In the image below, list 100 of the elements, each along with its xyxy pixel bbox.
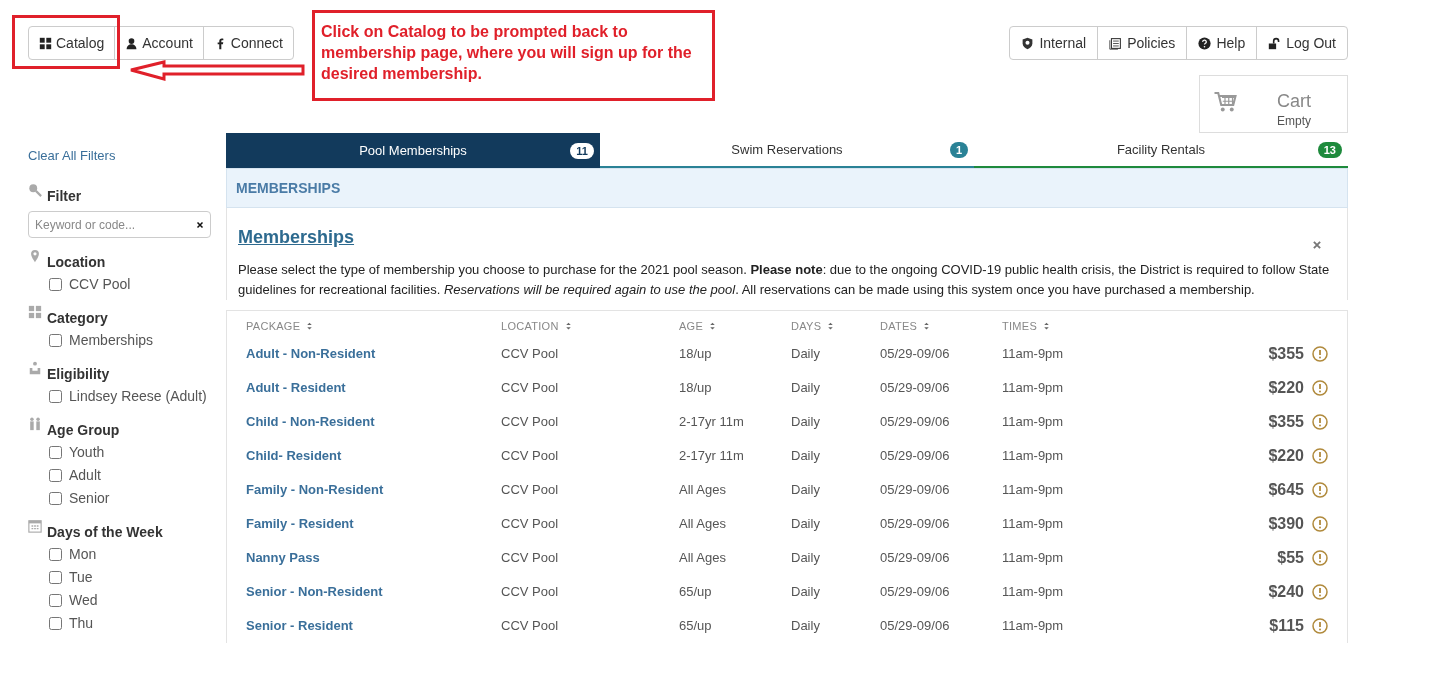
table-cell-text: 18/up	[679, 379, 713, 398]
table-cell-text: Daily	[791, 447, 821, 466]
package-link[interactable]: Adult - Resident	[246, 378, 501, 398]
column-header[interactable]: TIMES	[1002, 317, 1304, 335]
table-cell-text: CCV Pool	[501, 549, 560, 568]
table-cell-text: 05/29-09/06	[880, 413, 951, 432]
filter-checkbox[interactable]	[49, 617, 62, 630]
pin-icon	[28, 249, 42, 263]
search-field[interactable]: Keyword or code...	[28, 211, 211, 238]
info-icon	[1312, 516, 1328, 532]
table-cell-text: 11am-9pm	[1002, 379, 1065, 398]
filter-checkbox[interactable]	[49, 492, 62, 505]
price-text: $355	[1268, 344, 1304, 364]
filter-checkbox[interactable]	[49, 334, 62, 347]
checkbox-label: Memberships	[69, 331, 154, 350]
package-link[interactable]: Child- Resident	[246, 446, 501, 466]
cart-status: Empty	[1277, 113, 1311, 130]
package-link[interactable]: Family - Resident	[246, 514, 501, 534]
table-cell-text: 11am-9pm	[1002, 345, 1065, 364]
package-link[interactable]: Senior - Resident	[246, 616, 501, 636]
filter-checkbox[interactable]	[49, 390, 62, 403]
table-cell-text: 05/29-09/06	[880, 617, 951, 636]
package-link[interactable]: Family - Non-Resident	[246, 480, 501, 500]
header-button[interactable]: Policies	[1097, 27, 1187, 59]
column-header[interactable]: LOCATION	[501, 317, 679, 335]
filter-checkbox[interactable]	[49, 278, 62, 291]
tab[interactable]: Pool Memberships 11	[226, 133, 600, 168]
price-text: $55	[1277, 548, 1304, 568]
table-cell-text: 65/up	[679, 617, 713, 636]
table-cell-text: Daily	[791, 549, 821, 568]
clear-icon	[196, 221, 204, 229]
nav-button[interactable]: Connect	[202, 27, 293, 59]
price-text: $115	[1269, 616, 1304, 636]
sort-icon	[1042, 321, 1051, 331]
calendar-icon	[28, 519, 42, 533]
price-text: $240	[1268, 582, 1304, 602]
package-link[interactable]: Senior - Non-Resident	[246, 582, 501, 602]
table-cell-text: CCV Pool	[501, 481, 560, 500]
table-cell-text: CCV Pool	[501, 413, 560, 432]
filter-checkbox[interactable]	[49, 594, 62, 607]
header-button[interactable]: Help	[1186, 27, 1257, 59]
person-icon	[28, 361, 42, 375]
table-cell-text: 18/up	[679, 345, 713, 364]
close-icon	[1312, 240, 1322, 250]
filter-heading: Category	[47, 309, 108, 328]
count-badge: 13	[1317, 141, 1342, 158]
header-button[interactable]: Internal	[1010, 27, 1098, 59]
info-icon	[1312, 414, 1328, 430]
count-badge: 11	[570, 142, 594, 159]
magnifier-icon	[28, 183, 42, 197]
cart-button[interactable]: Cart Empty	[1199, 75, 1348, 133]
filter-checkbox[interactable]	[49, 571, 62, 584]
annotation-note: Click on Catalog to be prompted back to membership page, where you will sign up for the desired membership.	[312, 10, 715, 101]
table-cell-text: 11am-9pm	[1002, 413, 1065, 432]
person-icon	[125, 36, 139, 50]
filter-heading: Eligibility	[47, 365, 110, 384]
checkbox-label: CCV Pool	[69, 275, 131, 294]
cart-title: Cart	[1277, 90, 1311, 112]
package-link[interactable]: Nanny Pass	[246, 548, 501, 568]
table-cell-text: 11am-9pm	[1002, 481, 1065, 500]
filter-heading: Location	[47, 253, 106, 272]
table-cell-text: 05/29-09/06	[880, 583, 951, 602]
header-button[interactable]: Log Out	[1256, 27, 1347, 59]
price-text: $355	[1268, 412, 1304, 432]
filter-checkbox[interactable]	[49, 469, 62, 482]
count-badge: 1	[949, 141, 968, 158]
column-header[interactable]: PACKAGE	[246, 317, 501, 335]
table-cell-text: 05/29-09/06	[880, 549, 951, 568]
table-cell-text: 11am-9pm	[1002, 549, 1065, 568]
table-cell-text: 2-17yr 11m	[679, 447, 745, 466]
package-link[interactable]: Child - Non-Resident	[246, 412, 501, 432]
table-cell-text: Daily	[791, 617, 821, 636]
group-description: Please select the type of membership you choose to purchase for the 2021 pool season. Please note: due to the ongoing COVID-19 public health crisis, the District is required to follow State guidelines for recreational facilities. Reservations will be required again to use the pool. All reservations can be made using this system once you have purchased a membership.	[238, 261, 1331, 299]
help-icon	[1198, 36, 1212, 50]
table-cell-text: 11am-9pm	[1002, 447, 1065, 466]
group-title-link[interactable]: Memberships	[238, 224, 355, 251]
cart-icon	[1213, 90, 1237, 114]
grid-icon	[28, 305, 42, 319]
nav-button[interactable]: Catalog	[29, 27, 115, 59]
nav-button[interactable]: Account	[114, 27, 203, 59]
package-link[interactable]: Adult - Non-Resident	[246, 344, 501, 364]
table-cell-text: All Ages	[679, 549, 727, 568]
clear-filters-link[interactable]: Clear All Filters	[28, 148, 116, 163]
filter-checkbox[interactable]	[49, 446, 62, 459]
table-cell-text: CCV Pool	[501, 515, 560, 534]
checkbox-label: Youth	[69, 443, 105, 462]
table-cell-text: All Ages	[679, 481, 727, 500]
shield-icon	[1021, 36, 1035, 50]
table-cell-text: 11am-9pm	[1002, 617, 1065, 636]
price-text: $645	[1268, 480, 1304, 500]
checkbox-label: Mon	[69, 545, 97, 564]
column-header[interactable]: DAYS	[791, 317, 880, 335]
column-header[interactable]: DATES	[880, 317, 1002, 335]
filter-checkbox[interactable]	[49, 548, 62, 561]
filter-heading: Filter	[47, 187, 82, 206]
price-text: $220	[1268, 446, 1304, 466]
price-text: $220	[1268, 378, 1304, 398]
column-header[interactable]: AGE	[679, 317, 791, 335]
people-icon	[28, 417, 42, 431]
table-cell-text: Daily	[791, 481, 821, 500]
